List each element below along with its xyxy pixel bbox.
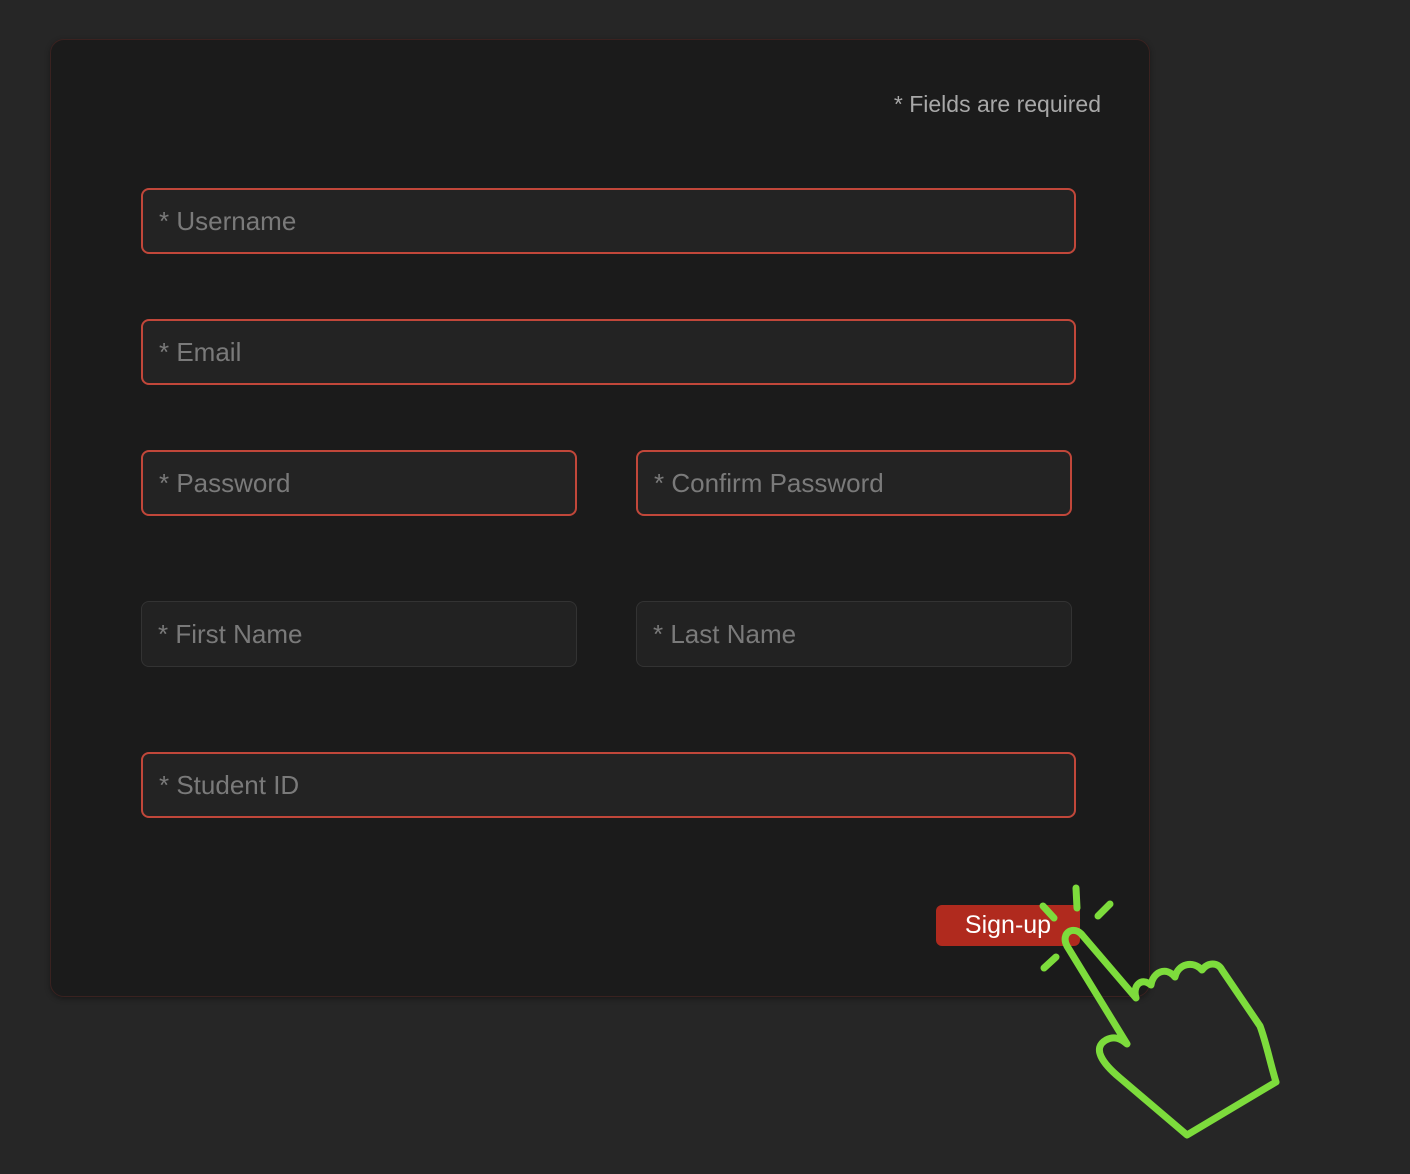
signup-button[interactable]: Sign-up <box>936 905 1080 946</box>
first-name-input[interactable] <box>141 601 577 667</box>
confirm-password-input[interactable] <box>636 450 1072 516</box>
signup-form-card: * Fields are required Sign-up <box>50 39 1150 997</box>
password-input[interactable] <box>141 450 577 516</box>
student-id-input[interactable] <box>141 752 1076 818</box>
email-input[interactable] <box>141 319 1076 385</box>
last-name-input[interactable] <box>636 601 1072 667</box>
required-fields-note: * Fields are required <box>893 91 1101 117</box>
username-input[interactable] <box>141 188 1076 254</box>
